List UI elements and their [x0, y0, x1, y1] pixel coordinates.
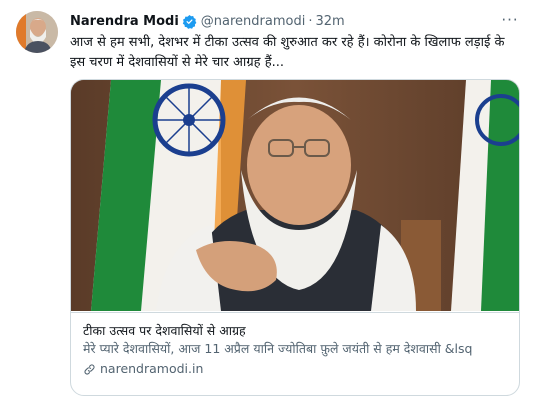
avatar[interactable]: [16, 11, 58, 53]
card-body[interactable]: टीका उत्सव पर देशवासियों से आग्रह मेरे प…: [71, 312, 519, 395]
more-options-icon[interactable]: ···: [499, 10, 521, 30]
separator-dot: ·: [308, 13, 313, 29]
verified-badge-icon: [182, 14, 197, 29]
author-name[interactable]: Narendra Modi: [70, 14, 179, 29]
card-title: टीका उत्सव पर देशवासियों से आग्रह: [83, 323, 246, 338]
link-icon: [84, 363, 95, 375]
tweet-header: Narendra Modi @narendramodi · 32m: [70, 11, 345, 31]
tweet-timestamp[interactable]: 32m: [315, 14, 344, 29]
card-description: मेरे प्यारे देशवासियों, आज 11 अप्रैल यान…: [83, 341, 473, 356]
card-photo: [71, 80, 519, 311]
card-domain-text: narendramodi.in: [100, 361, 204, 376]
card-domain[interactable]: narendramodi.in: [83, 360, 507, 378]
avatar-photo: [16, 11, 58, 53]
tweet[interactable]: Narendra Modi @narendramodi · 32m ··· आज…: [0, 0, 535, 407]
link-card[interactable]: टीका उत्सव पर देशवासियों से आग्रह मेरे प…: [70, 79, 520, 396]
tweet-text: आज से हम सभी, देशभर में टीका उत्सव की शु…: [70, 35, 505, 70]
author-handle[interactable]: @narendramodi: [201, 14, 306, 29]
card-image[interactable]: [71, 80, 519, 311]
